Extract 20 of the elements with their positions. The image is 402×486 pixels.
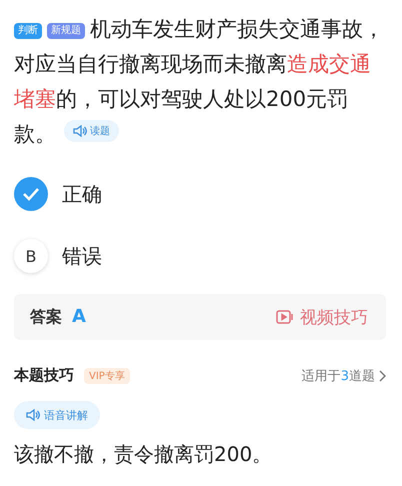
question-tag: 判断 — [14, 23, 42, 39]
speaker-icon — [26, 409, 40, 421]
option-letter[interactable]: B — [14, 239, 48, 273]
question-tag: 新规题 — [47, 23, 85, 39]
applies-link[interactable]: 适用于3道题 — [302, 366, 386, 384]
voice-explanation-button[interactable]: 语音讲解 — [14, 401, 100, 429]
video-tips-link[interactable]: 视频技巧 — [276, 306, 368, 328]
tips-title: 本题技巧 — [14, 366, 74, 385]
vip-badge: VIP专享 — [84, 368, 130, 384]
answer-label: 答案 — [30, 307, 62, 326]
read-question-button[interactable]: 读题 — [64, 120, 119, 142]
chevron-right-icon — [379, 370, 386, 382]
speaker-icon — [73, 125, 87, 137]
option-text[interactable]: 错误 — [62, 242, 102, 270]
option-text[interactable]: 正确 — [62, 180, 102, 208]
video-icon — [276, 310, 296, 324]
answer-value: A — [72, 306, 86, 327]
tip-text: 该撤不撤，责令撤离罚200。 — [14, 441, 274, 468]
question-text: 判断 新规题 机动车发生财产损失交通事故，对应当自行撤离现场而未撤离造成交通堵塞的，可以对驾驶人处以200元罚款。 读题 — [14, 16, 385, 148]
check-icon[interactable] — [14, 177, 48, 211]
